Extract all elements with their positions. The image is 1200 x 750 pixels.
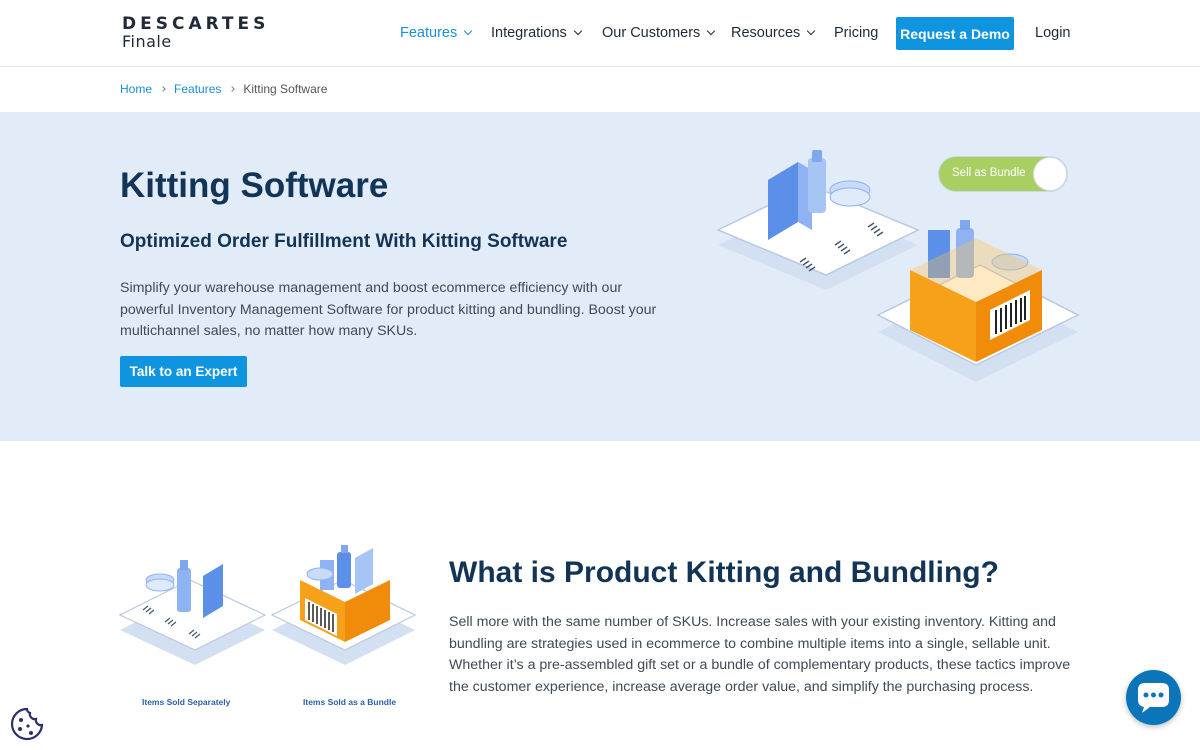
nav-item-label: Features — [400, 25, 458, 41]
nav-item-label: Resources — [731, 25, 801, 41]
request-demo-button[interactable]: Request a Demo — [896, 17, 1014, 50]
logo-wordmark-bottom: Finale — [122, 32, 172, 51]
items-sold-as-bundle-illustration — [270, 545, 417, 665]
hero-description: Simplify your warehouse management and b… — [120, 280, 657, 339]
breadcrumb-home[interactable]: Home — [120, 82, 152, 96]
separate-items-platform-illustration — [716, 150, 920, 290]
breadcrumb-features[interactable]: Features — [174, 82, 221, 96]
toggle-knob — [1033, 157, 1067, 191]
toggle-label: Sell as Bundle — [952, 167, 1026, 179]
descartes-finale-logo[interactable]: DESCARTES Finale — [122, 14, 270, 54]
breadcrumb-current: Kitting Software — [243, 82, 328, 96]
chevron-right-icon — [160, 86, 166, 92]
chevron-down-icon — [463, 26, 473, 36]
chat-button[interactable] — [1126, 670, 1181, 725]
talk-to-expert-button[interactable]: Talk to an Expert — [120, 356, 247, 387]
section-title-kitting-bundling: What is Product Kitting and Bundling? — [449, 556, 999, 589]
nav-item-resources[interactable]: Resources — [731, 17, 816, 49]
chevron-down-icon — [707, 26, 716, 36]
nav-item-integrations[interactable]: Integrations — [491, 17, 583, 49]
chevron-right-icon — [229, 86, 236, 92]
caption-items-sold-separately: Items Sold Separately — [142, 697, 231, 707]
nav-item-label: Our Customers — [602, 25, 701, 41]
nav-item-our-customers[interactable]: Our Customers — [602, 17, 716, 49]
hero-subtitle: Optimized Order Fulfillment With Kitting… — [120, 231, 568, 252]
chevron-down-icon — [807, 26, 816, 36]
chevron-down-icon — [573, 26, 583, 36]
nav-item-label: Integrations — [491, 25, 567, 41]
nav-item-features[interactable]: Features — [400, 17, 473, 49]
logo-wordmark-top: DESCARTES — [122, 14, 270, 34]
login-link[interactable]: Login — [1035, 17, 1070, 49]
nav-item-label: Pricing — [834, 25, 879, 41]
cookie-icon[interactable] — [9, 706, 45, 742]
breadcrumb: Home Features Kitting Software — [120, 80, 327, 98]
page-title: Kitting Software — [120, 166, 389, 205]
nav-item-pricing[interactable]: Pricing — [834, 17, 878, 49]
section-description-kitting-bundling: Sell more with the same number of SKUs. … — [449, 614, 1071, 695]
chat-bubble-icon — [1138, 683, 1169, 713]
items-sold-separately-illustration — [118, 560, 267, 665]
sell-as-bundle-toggle: Sell as Bundle — [938, 156, 1068, 192]
caption-items-sold-as-bundle: Items Sold as a Bundle — [303, 697, 397, 707]
site-header: DESCARTES Finale Features Integrations O… — [0, 0, 1200, 67]
separate-vs-bundle-illustration — [118, 545, 417, 665]
